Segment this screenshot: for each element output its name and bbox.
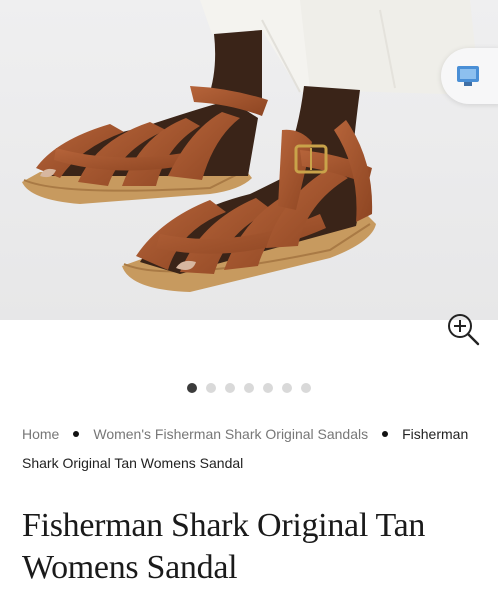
pagination-dot[interactable]: [282, 383, 292, 393]
pagination-dot[interactable]: [301, 383, 311, 393]
zoom-button[interactable]: [446, 312, 480, 346]
pagination-dot[interactable]: [206, 383, 216, 393]
pagination-dot[interactable]: [263, 383, 273, 393]
breadcrumb: Home Women's Fisherman Shark Original San…: [22, 420, 482, 478]
breadcrumb-category-link[interactable]: Women's Fisherman Shark Original Sandals: [93, 426, 368, 442]
breadcrumb-home-link[interactable]: Home: [22, 426, 59, 442]
product-title: Fisherman Shark Original Tan Womens Sand…: [22, 507, 426, 586]
breadcrumb-separator: [73, 431, 80, 438]
pagination-dot[interactable]: [244, 383, 254, 393]
zoom-in-icon: [448, 314, 480, 346]
product-image-gallery[interactable]: [0, 0, 498, 320]
breadcrumb-separator: [382, 431, 389, 438]
monitor-icon: [457, 66, 479, 86]
product-photo: [0, 0, 498, 320]
pagination-dot[interactable]: [225, 383, 235, 393]
gallery-pagination: [0, 383, 498, 393]
pagination-dot[interactable]: [187, 383, 197, 393]
floating-action-button[interactable]: [441, 48, 498, 104]
